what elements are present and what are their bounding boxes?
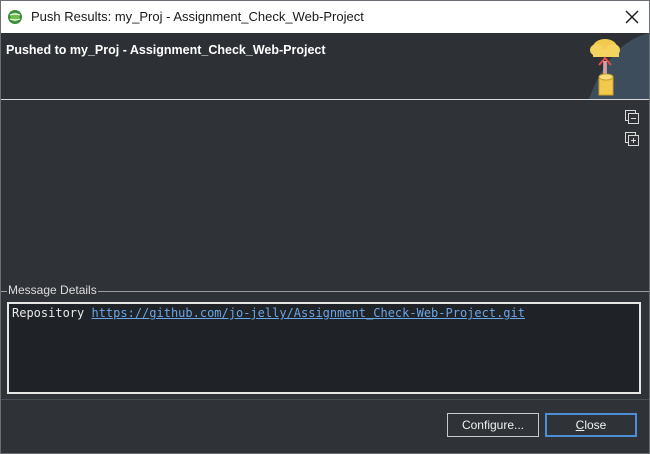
collapse-all-button[interactable] (623, 108, 641, 126)
eclipse-app-icon (7, 9, 23, 25)
configure-button[interactable]: Configure... (447, 413, 539, 437)
button-bar-separator (1, 399, 649, 400)
close-icon (625, 10, 639, 24)
push-results-tree[interactable] (1, 100, 649, 285)
window-close-button[interactable] (615, 1, 649, 33)
repository-prefix: Repository (12, 306, 85, 320)
title-bar: Push Results: my_Proj - Assignment_Check… (1, 1, 649, 33)
push-results-dialog: Push Results: my_Proj - Assignment_Check… (0, 0, 650, 454)
message-details-group: Message Details Repository https://githu… (1, 283, 649, 396)
expand-all-icon (625, 132, 639, 146)
message-line: Repository https://github.com/jo-jelly/A… (12, 306, 525, 320)
group-border (1, 291, 649, 292)
window-title: Push Results: my_Proj - Assignment_Check… (31, 9, 364, 24)
close-button[interactable]: Close (545, 413, 637, 437)
push-banner-icon (569, 33, 649, 99)
close-mnemonic: C (575, 418, 585, 432)
repository-link[interactable]: https://github.com/jo-jelly/Assignment_C… (91, 306, 524, 320)
header-title: Pushed to my_Proj - Assignment_Check_Web… (6, 43, 326, 57)
message-details-label: Message Details (7, 283, 98, 297)
expand-all-button[interactable] (623, 130, 641, 148)
dialog-header: Pushed to my_Proj - Assignment_Check_Web… (1, 33, 649, 99)
collapse-all-icon (625, 110, 639, 124)
message-details-text[interactable]: Repository https://github.com/jo-jelly/A… (7, 302, 641, 394)
close-label-rest: lose (584, 418, 607, 432)
